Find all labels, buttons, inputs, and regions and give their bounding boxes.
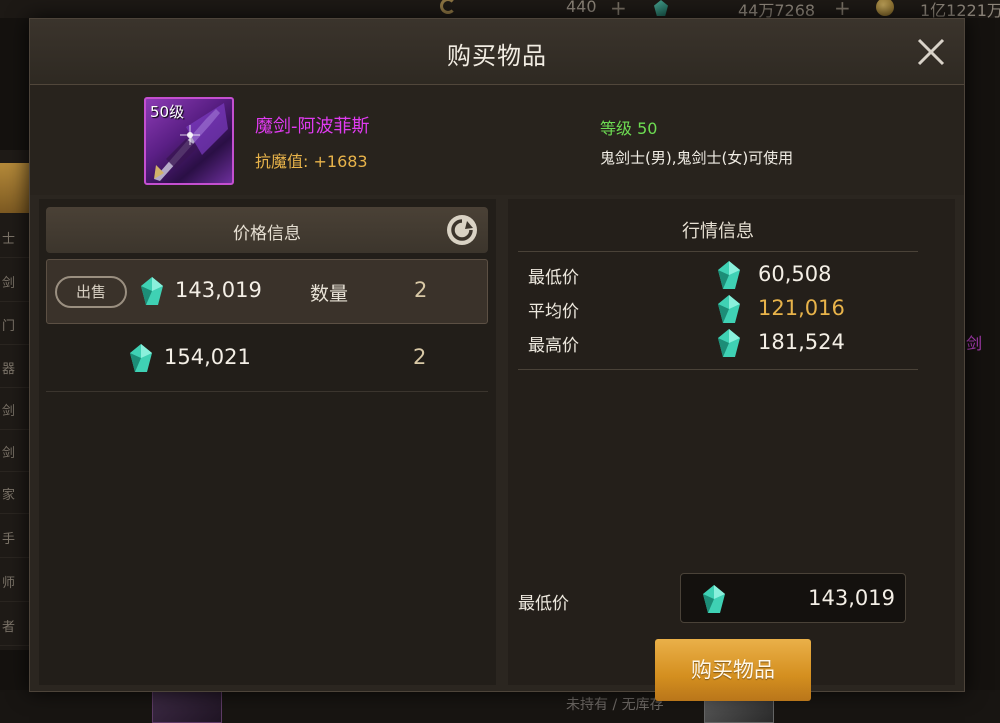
price-info-title: 价格信息 bbox=[233, 224, 301, 244]
item-grade: 等级 50 bbox=[600, 119, 658, 138]
listing-price: 154,021 bbox=[164, 345, 251, 369]
refresh-button[interactable] bbox=[446, 214, 478, 246]
close-button[interactable] bbox=[914, 35, 948, 69]
sidebar-tab[interactable]: 师 bbox=[0, 562, 30, 602]
item-stat: 抗魔值: +1683 bbox=[255, 152, 368, 171]
min-price-input-value: 143,019 bbox=[808, 586, 895, 610]
quantity-label: 数量 bbox=[310, 283, 349, 305]
buy-item-dialog: 购买物品 50级 魔剑-阿波菲斯 抗魔值: +1683 等级 50 鬼剑士(男)… bbox=[29, 18, 965, 701]
lowest-price-label: 最低价 bbox=[528, 268, 579, 288]
sidebar-tab[interactable]: 门 bbox=[0, 305, 30, 345]
market-info-title: 行情信息 bbox=[682, 221, 754, 242]
highest-price-label: 最高价 bbox=[528, 336, 579, 356]
dialog-title: 购买物品 bbox=[447, 42, 547, 70]
dialog-header: 购买物品 bbox=[30, 19, 964, 85]
sidebar-tab[interactable]: 器 bbox=[0, 348, 30, 388]
sidebar-tab[interactable]: 剑 bbox=[0, 262, 30, 302]
add-resource-icon[interactable]: + bbox=[610, 0, 627, 20]
min-price-input[interactable]: 143,019 bbox=[680, 573, 906, 623]
divider bbox=[518, 251, 918, 252]
background-bottom-list bbox=[0, 690, 1000, 723]
close-icon bbox=[917, 38, 945, 66]
sell-badge: 出售 bbox=[55, 276, 127, 308]
listing-quantity: 2 bbox=[413, 345, 427, 369]
resource-stat-1: 440 bbox=[566, 0, 597, 16]
min-price-input-label: 最低价 bbox=[518, 594, 569, 614]
market-info-panel: 行情信息 最低价 60,508 平均价 121,016 最高价 181,524 … bbox=[508, 199, 955, 701]
average-price-value: 121,016 bbox=[758, 296, 845, 320]
lowest-price-value: 60,508 bbox=[758, 262, 832, 286]
gem-icon bbox=[130, 344, 152, 372]
buy-item-button[interactable]: 购买物品 bbox=[655, 639, 811, 701]
price-info-panel: 价格信息 出售 143,019 数量 2 154,021 2 bbox=[39, 199, 496, 685]
sidebar-tab[interactable]: 手 bbox=[0, 518, 30, 558]
gem-icon bbox=[718, 261, 740, 289]
sidebar-tab[interactable]: 家 bbox=[0, 474, 30, 514]
gem-icon bbox=[703, 585, 725, 613]
refresh-icon bbox=[447, 215, 477, 245]
item-name: 魔剑-阿波菲斯 bbox=[255, 116, 370, 137]
gem-icon bbox=[141, 277, 163, 305]
stock-status-text: 未持有 / 无库存 bbox=[566, 697, 664, 713]
add-resource-icon[interactable]: + bbox=[834, 0, 851, 20]
sidebar-tab[interactable]: 士 bbox=[0, 218, 30, 258]
sidebar-active-tab[interactable] bbox=[0, 163, 30, 213]
listing-row[interactable]: 出售 143,019 数量 2 bbox=[46, 259, 488, 324]
item-level-badge: 50级 bbox=[150, 103, 185, 121]
highest-price-value: 181,524 bbox=[758, 330, 845, 354]
sidebar-tab[interactable]: 者 bbox=[0, 606, 30, 646]
divider bbox=[518, 369, 918, 370]
gem-icon bbox=[718, 329, 740, 357]
background-item-name: 剑 bbox=[966, 334, 983, 353]
listing-quantity: 2 bbox=[414, 278, 428, 302]
listing-price: 143,019 bbox=[175, 278, 262, 302]
item-icon[interactable]: 50级 bbox=[144, 97, 234, 185]
sidebar-tab[interactable]: 剑 bbox=[0, 432, 30, 472]
item-info: 50级 魔剑-阿波菲斯 抗魔值: +1683 等级 50 鬼剑士(男),鬼剑士(… bbox=[30, 85, 964, 195]
background-item-thumbnail[interactable] bbox=[152, 690, 222, 723]
price-info-header: 价格信息 bbox=[46, 207, 488, 253]
listing-row[interactable]: 154,021 2 bbox=[46, 327, 488, 392]
item-usable-classes: 鬼剑士(男),鬼剑士(女)可使用 bbox=[600, 149, 794, 167]
average-price-label: 平均价 bbox=[528, 302, 579, 322]
gem-icon bbox=[718, 295, 740, 323]
sidebar-tab[interactable]: 剑 bbox=[0, 390, 30, 430]
